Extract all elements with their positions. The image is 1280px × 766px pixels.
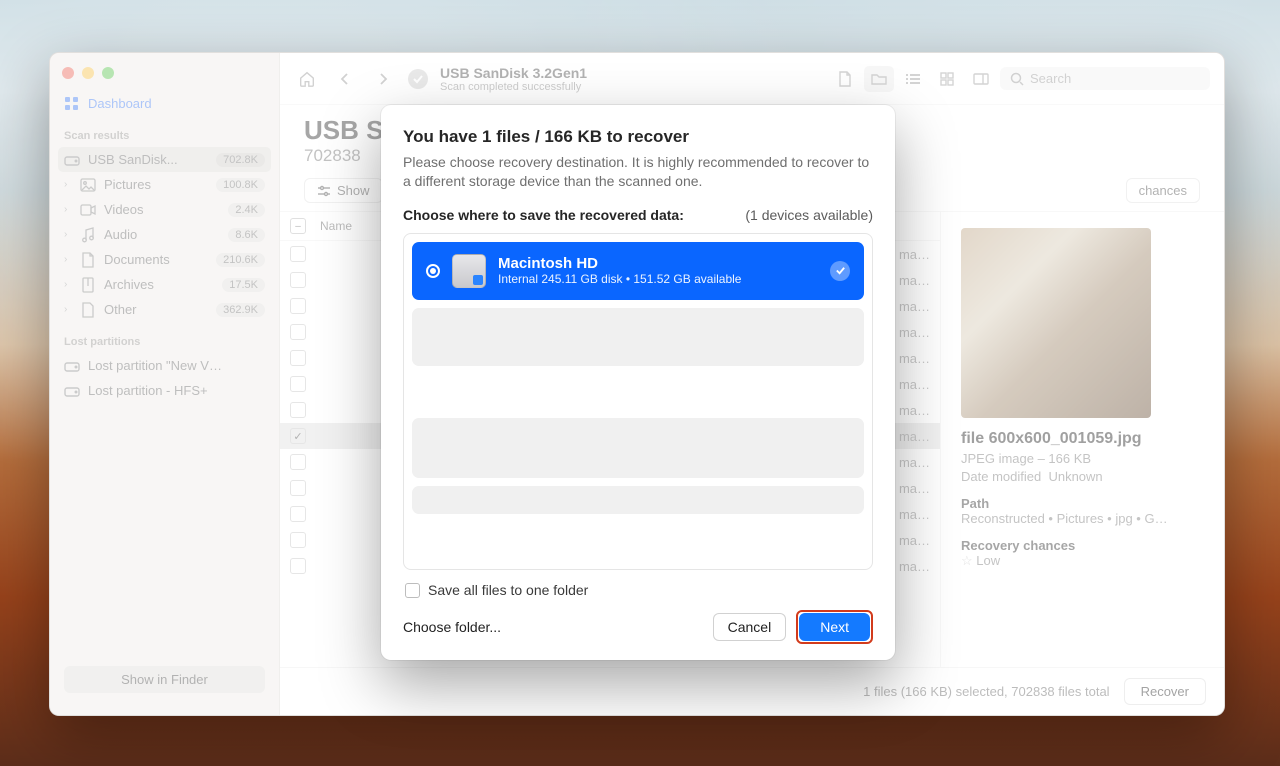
destination-placeholder [412, 486, 864, 514]
save-all-option[interactable]: Save all files to one folder [403, 570, 873, 606]
destination-name: Macintosh HD [498, 255, 741, 272]
modal-choose-label: Choose where to save the recovered data: [403, 207, 684, 223]
cancel-button[interactable]: Cancel [713, 613, 787, 641]
save-all-label: Save all files to one folder [428, 582, 588, 598]
modal-actions: Choose folder... Cancel Next [403, 606, 873, 644]
destination-option[interactable]: Macintosh HD Internal 245.11 GB disk • 1… [412, 242, 864, 300]
modal-title: You have 1 files / 166 KB to recover [403, 127, 873, 147]
modal-devices-count: (1 devices available) [745, 207, 873, 223]
choose-folder-button[interactable]: Choose folder... [403, 614, 501, 640]
modal-description: Please choose recovery destination. It i… [403, 153, 873, 191]
destination-placeholder [412, 308, 864, 366]
checkbox-icon [405, 583, 420, 598]
destination-list: Macintosh HD Internal 245.11 GB disk • 1… [403, 233, 873, 570]
hard-drive-icon [452, 254, 486, 288]
destination-detail: Internal 245.11 GB disk • 151.52 GB avai… [498, 272, 741, 286]
next-button-highlight: Next [796, 610, 873, 644]
next-button[interactable]: Next [799, 613, 870, 641]
recovery-destination-modal: You have 1 files / 166 KB to recover Ple… [381, 105, 895, 660]
destination-placeholder [412, 418, 864, 478]
check-icon [830, 261, 850, 281]
radio-selected-icon [426, 264, 440, 278]
